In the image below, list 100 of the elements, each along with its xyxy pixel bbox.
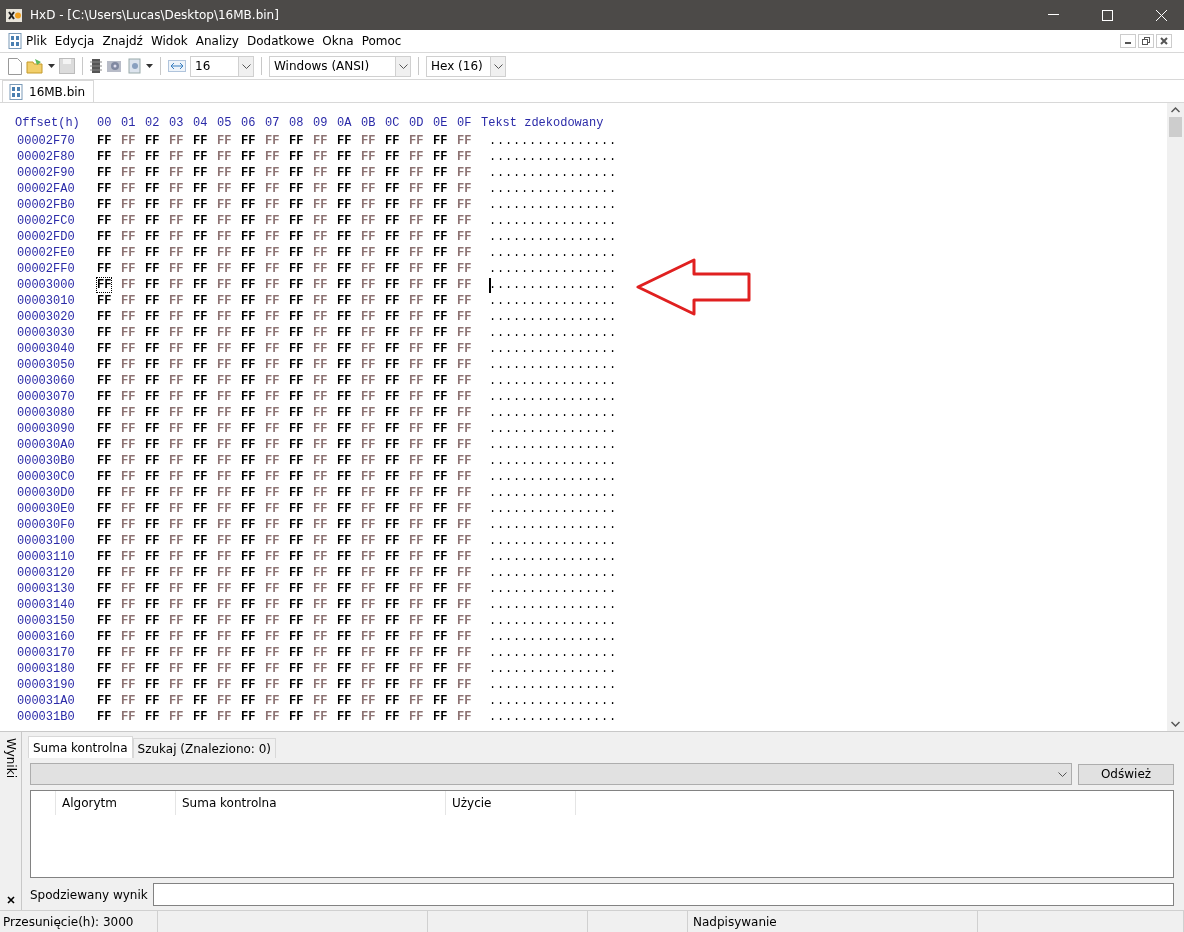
byte-value[interactable]: FF	[145, 454, 160, 468]
byte-value[interactable]: FF	[313, 374, 328, 388]
byte-value[interactable]: FF	[217, 326, 232, 340]
byte-value[interactable]: FF	[265, 278, 280, 292]
byte-value[interactable]: FF	[385, 550, 400, 564]
byte-value[interactable]: FF	[409, 582, 424, 596]
byte-value[interactable]: FF	[121, 198, 136, 212]
close-icon[interactable]	[6, 896, 15, 904]
byte-value[interactable]: FF	[313, 150, 328, 164]
byte-value[interactable]: FF	[457, 214, 472, 228]
byte-value[interactable]: FF	[145, 134, 160, 148]
byte-value[interactable]: FF	[169, 166, 184, 180]
byte-value[interactable]: FF	[241, 262, 256, 276]
byte-value[interactable]: FF	[433, 422, 448, 436]
byte-value[interactable]: FF	[361, 246, 376, 260]
byte-value[interactable]: FF	[289, 230, 304, 244]
byte-value[interactable]: FF	[409, 454, 424, 468]
byte-value[interactable]: FF	[385, 582, 400, 596]
byte-value[interactable]: FF	[265, 422, 280, 436]
byte-value[interactable]: FF	[457, 246, 472, 260]
byte-value[interactable]: FF	[337, 678, 352, 692]
byte-value[interactable]: FF	[289, 262, 304, 276]
byte-value[interactable]: FF	[337, 710, 352, 724]
byte-value[interactable]: FF	[217, 390, 232, 404]
byte-value[interactable]: FF	[457, 566, 472, 580]
column-header[interactable]: Użycie	[446, 791, 576, 815]
column-header[interactable]: Suma kontrolna	[176, 791, 446, 815]
restore-button[interactable]	[1138, 34, 1154, 48]
byte-value[interactable]: FF	[313, 694, 328, 708]
byte-value[interactable]: FF	[361, 678, 376, 692]
byte-value[interactable]: FF	[385, 518, 400, 532]
byte-value[interactable]: FF	[289, 294, 304, 308]
byte-value[interactable]: FF	[97, 198, 112, 212]
byte-value[interactable]: FF	[337, 326, 352, 340]
byte-value[interactable]: FF	[457, 262, 472, 276]
byte-value[interactable]: FF	[193, 150, 208, 164]
byte-value[interactable]: FF	[121, 502, 136, 516]
byte-value[interactable]: FF	[337, 358, 352, 372]
byte-value[interactable]: FF	[265, 518, 280, 532]
byte-value[interactable]: FF	[97, 678, 112, 692]
byte-value[interactable]: FF	[193, 486, 208, 500]
byte-value[interactable]: FF	[457, 278, 472, 292]
byte-value[interactable]: FF	[385, 358, 400, 372]
byte-value[interactable]: FF	[313, 454, 328, 468]
byte-value[interactable]: FF	[121, 534, 136, 548]
byte-value[interactable]: FF	[241, 454, 256, 468]
byte-value[interactable]: FF	[289, 374, 304, 388]
byte-value[interactable]: FF	[241, 294, 256, 308]
byte-value[interactable]: FF	[121, 262, 136, 276]
byte-value[interactable]: FF	[217, 166, 232, 180]
byte-value[interactable]: FF	[313, 326, 328, 340]
byte-value[interactable]: FF	[385, 390, 400, 404]
byte-value[interactable]: FF	[217, 182, 232, 196]
byte-value[interactable]: FF	[121, 358, 136, 372]
byte-value[interactable]: FF	[169, 406, 184, 420]
byte-value[interactable]: FF	[457, 550, 472, 564]
byte-value[interactable]: FF	[289, 214, 304, 228]
byte-value[interactable]: FF	[433, 566, 448, 580]
byte-value[interactable]: FF	[289, 182, 304, 196]
byte-value[interactable]: FF	[433, 342, 448, 356]
byte-value[interactable]: FF	[265, 246, 280, 260]
byte-value[interactable]: FF	[193, 694, 208, 708]
byte-value[interactable]: FF	[169, 614, 184, 628]
byte-value[interactable]: FF	[97, 438, 112, 452]
byte-value[interactable]: FF	[361, 390, 376, 404]
byte-value[interactable]: FF	[193, 710, 208, 724]
byte-value[interactable]: FF	[241, 326, 256, 340]
byte-value[interactable]: FF	[145, 310, 160, 324]
byte-value[interactable]: FF	[121, 422, 136, 436]
byte-value[interactable]: FF	[241, 310, 256, 324]
menu-item[interactable]: Analizy	[191, 34, 243, 48]
byte-value[interactable]: FF	[193, 294, 208, 308]
byte-value[interactable]: FF	[241, 534, 256, 548]
byte-value[interactable]: FF	[361, 438, 376, 452]
byte-value[interactable]: FF	[97, 518, 112, 532]
byte-value[interactable]: FF	[313, 214, 328, 228]
byte-value[interactable]: FF	[241, 166, 256, 180]
offset-base-dropdown[interactable]: Hex (16)	[426, 55, 506, 77]
byte-value[interactable]: FF	[457, 518, 472, 532]
byte-value[interactable]: FF	[433, 214, 448, 228]
menu-item[interactable]: Pomoc	[357, 34, 406, 48]
byte-value[interactable]: FF	[97, 566, 112, 580]
scrollbar[interactable]	[1167, 103, 1184, 731]
byte-value[interactable]: FF	[409, 310, 424, 324]
byte-value[interactable]: FF	[193, 454, 208, 468]
byte-value[interactable]: FF	[361, 646, 376, 660]
byte-value[interactable]: FF	[457, 582, 472, 596]
byte-value[interactable]: FF	[169, 134, 184, 148]
byte-value[interactable]: FF	[121, 694, 136, 708]
byte-value[interactable]: FF	[361, 326, 376, 340]
byte-value[interactable]: FF	[217, 230, 232, 244]
byte-value[interactable]: FF	[433, 310, 448, 324]
byte-value[interactable]: FF	[193, 374, 208, 388]
byte-value[interactable]: FF	[361, 534, 376, 548]
byte-value[interactable]: FF	[433, 470, 448, 484]
byte-value[interactable]: FF	[97, 662, 112, 676]
byte-value[interactable]: FF	[361, 310, 376, 324]
byte-value[interactable]: FF	[289, 518, 304, 532]
byte-value[interactable]: FF	[97, 646, 112, 660]
byte-value[interactable]: FF	[145, 246, 160, 260]
